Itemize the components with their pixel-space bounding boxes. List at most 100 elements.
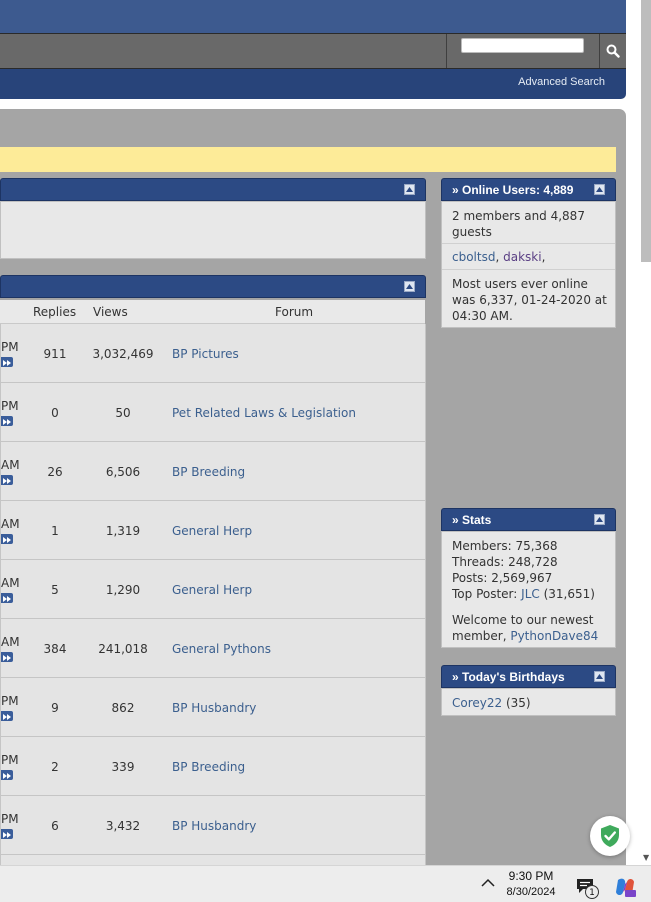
separator: ,	[495, 250, 500, 264]
forum-link[interactable]: BP Husbandry	[172, 701, 256, 715]
section-header-left-1	[0, 178, 426, 201]
scrollbar-thumb[interactable]	[641, 0, 651, 262]
notification-badge: 1	[585, 885, 599, 899]
table-row[interactable]: AM 1 1,319 General Herp	[1, 501, 425, 560]
stats-top-poster: Top Poster: JLC (31,651)	[452, 586, 595, 602]
replies-count: 2	[51, 760, 59, 774]
search-button[interactable]	[599, 34, 626, 68]
top-poster-label: Top Poster:	[452, 587, 518, 601]
birthday-age: (35)	[505, 696, 531, 710]
collapse-button[interactable]	[404, 184, 415, 195]
replies-count: 1	[51, 524, 59, 538]
collapse-button[interactable]	[404, 281, 415, 292]
divider	[442, 269, 615, 270]
stats-posts: Posts: 2,569,967	[452, 571, 553, 585]
forum-link[interactable]: General Pythons	[172, 642, 271, 656]
table-row[interactable]: AM 5 1,290 General Herp	[1, 560, 425, 619]
go-to-last-post-icon[interactable]	[1, 711, 13, 721]
online-users-title: » Online Users: 4,889	[452, 183, 574, 197]
table-row[interactable]: PM 9 862 BP Husbandry	[1, 678, 425, 737]
newest-member: Welcome to our newest member, PythonDave…	[452, 612, 612, 644]
copilot-button[interactable]	[614, 876, 636, 901]
forum-link[interactable]: BP Breeding	[172, 760, 245, 774]
last-post-time: PM	[1, 812, 19, 826]
chevron-up-icon	[481, 878, 495, 887]
collapse-button[interactable]	[594, 671, 605, 682]
go-to-last-post-icon[interactable]	[1, 357, 13, 367]
stats-title: » Stats	[452, 513, 492, 527]
birthdays-panel: Corey22 (35)	[441, 688, 616, 716]
column-replies[interactable]: Replies	[33, 305, 76, 319]
last-post-time: PM	[1, 694, 19, 708]
table-row[interactable]: PM 0 50 Pet Related Laws & Legislation	[1, 383, 425, 442]
scroll-down-arrow[interactable]: ▼	[643, 853, 649, 862]
advanced-search-link[interactable]: Advanced Search	[518, 76, 605, 88]
online-users-panel: 2 members and 4,887 guests cboltsd, daks…	[441, 201, 616, 328]
clock-time[interactable]: 9:30 PM	[500, 869, 562, 883]
last-post-time: AM	[1, 635, 20, 649]
notification-center-button[interactable]: 1	[576, 876, 602, 900]
birthday-user-link[interactable]: Corey22	[452, 696, 502, 710]
top-poster-link[interactable]: JLC	[521, 587, 540, 601]
last-post-time: PM	[1, 753, 19, 767]
security-extension-button[interactable]	[590, 816, 630, 856]
views-count: 339	[111, 760, 135, 774]
column-views[interactable]: Views	[93, 305, 128, 319]
go-to-last-post-icon[interactable]	[1, 593, 13, 603]
online-user-link[interactable]: cboltsd	[452, 250, 495, 264]
replies-count: 26	[47, 465, 63, 479]
replies-count: 5	[51, 583, 59, 597]
newest-member-link[interactable]: PythonDave84	[510, 629, 598, 643]
clock-date[interactable]: 8/30/2024	[500, 886, 562, 898]
shield-check-icon	[601, 825, 619, 847]
collapse-button[interactable]	[594, 184, 605, 195]
go-to-last-post-icon[interactable]	[1, 475, 13, 485]
thread-table-header: Replies Views Forum	[0, 300, 425, 324]
replies-count: 911	[43, 347, 67, 361]
go-to-last-post-icon[interactable]	[1, 534, 13, 544]
views-count: 1,290	[105, 583, 141, 597]
table-row[interactable]: PM 2 339 BP Breeding	[1, 737, 425, 796]
birthday-entry: Corey22 (35)	[452, 695, 531, 711]
replies-count: 384	[43, 642, 67, 656]
forum-link[interactable]: Pet Related Laws & Legislation	[172, 406, 356, 420]
forum-link[interactable]: General Herp	[172, 524, 252, 538]
search-input[interactable]	[461, 38, 584, 53]
online-users-header: » Online Users: 4,889	[441, 178, 616, 201]
views-count: 862	[111, 701, 135, 715]
stats-header: » Stats	[441, 508, 616, 531]
forum-link[interactable]: General Herp	[172, 583, 252, 597]
table-row[interactable]: AM 26 6,506 BP Breeding	[1, 442, 425, 501]
separator: ,	[541, 250, 546, 264]
go-to-last-post-icon[interactable]	[1, 652, 13, 662]
column-forum[interactable]: Forum	[275, 305, 313, 319]
latest-threads-header	[0, 275, 426, 298]
divider	[442, 243, 615, 244]
forum-link[interactable]: BP Pictures	[172, 347, 239, 361]
go-to-last-post-icon[interactable]	[1, 770, 13, 780]
views-count: 241,018	[98, 642, 148, 656]
go-to-last-post-icon[interactable]	[1, 829, 13, 839]
stats-threads: Threads: 248,728	[452, 555, 558, 569]
table-row[interactable]: AM 384 241,018 General Pythons	[1, 619, 425, 678]
table-row[interactable]: PM 6 3,432 BP Husbandry	[1, 796, 425, 855]
views-count: 3,432	[105, 819, 141, 833]
table-row[interactable]: PM 911 3,032,469 BP Pictures	[1, 324, 425, 383]
online-user-link[interactable]: dakski	[503, 250, 541, 264]
site-header	[0, 0, 626, 33]
replies-count: 9	[51, 701, 59, 715]
go-to-last-post-icon[interactable]	[1, 416, 13, 426]
stats-panel: Members: 75,368 Threads: 248,728 Posts: …	[441, 531, 616, 648]
views-count: 1,319	[105, 524, 141, 538]
last-post-time: AM	[1, 576, 20, 590]
forum-link[interactable]: BP Breeding	[172, 465, 245, 479]
collapse-icon	[596, 187, 603, 192]
online-user-list: cboltsd, dakski,	[452, 249, 545, 265]
replies-count: 6	[51, 819, 59, 833]
collapse-icon	[596, 674, 603, 679]
stats-members: Members: 75,368	[452, 539, 558, 553]
show-hidden-icons-button[interactable]	[481, 877, 495, 891]
views-count: 3,032,469	[92, 347, 154, 361]
forum-link[interactable]: BP Husbandry	[172, 819, 256, 833]
collapse-button[interactable]	[594, 514, 605, 525]
